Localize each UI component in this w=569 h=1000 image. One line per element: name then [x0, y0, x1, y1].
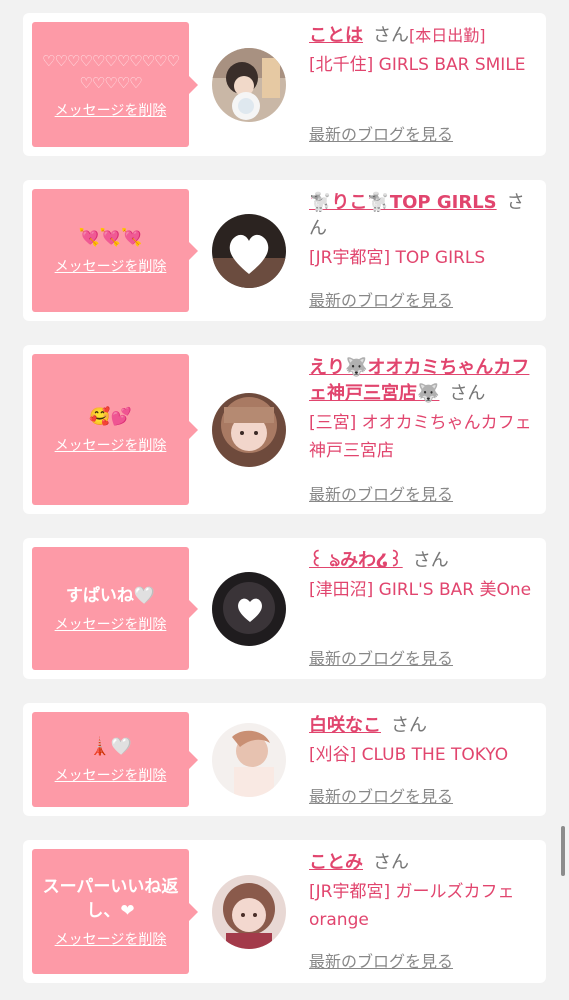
user-name-link[interactable]: えり🐺オオカミちゃんカフェ神戸三宮店🐺	[309, 357, 529, 404]
scrollbar[interactable]	[561, 826, 565, 876]
delete-message-link[interactable]: メッセージを削除	[55, 765, 167, 785]
shop-name: [刈谷] CLUB THE TOKYO	[309, 745, 509, 765]
honorific: さん	[391, 715, 427, 736]
message-text: スーパーいいね返し、❤︎	[42, 876, 179, 921]
status-tag: [本日出勤]	[409, 26, 486, 45]
message-text: ♡♡♡♡♡♡♡♡♡♡♡♡♡♡♡♡	[42, 51, 180, 92]
message-bubble: すぱいね🤍 メッセージを削除	[32, 547, 198, 670]
avatar-photo-6	[212, 875, 286, 949]
delete-message-link[interactable]: メッセージを削除	[55, 435, 167, 455]
user-name-link[interactable]: ことみ	[309, 852, 363, 873]
avatar-photo-3	[212, 393, 286, 467]
message-card: 🥰💕 メッセージを削除 えり🐺オオカミちゃんカフェ神戸三宮店🐺 さん [三宮] オ…	[23, 345, 546, 514]
favorites-list: ♡♡♡♡♡♡♡♡♡♡♡♡♡♡♡♡ メッセージを削除 ことは さん[本日出勤] [北…	[0, 0, 569, 1000]
message-bubble: ♡♡♡♡♡♡♡♡♡♡♡♡♡♡♡♡ メッセージを削除	[32, 22, 198, 147]
latest-blog-link[interactable]: 最新のブログを見る	[309, 645, 453, 669]
latest-blog-link[interactable]: 最新のブログを見る	[309, 783, 453, 807]
shop-name: [北千住] GIRLS BAR SMILE	[309, 55, 526, 75]
delete-message-link[interactable]: メッセージを削除	[55, 614, 167, 634]
user-name-link[interactable]: 🐩りこ🐩TOP GIRLS	[309, 192, 497, 213]
honorific: さん	[373, 25, 409, 46]
avatar-photo-5	[212, 723, 286, 797]
message-card: 💘💘💘 メッセージを削除 🐩りこ🐩TOP GIRLS さん [JR宇都宮] TOP…	[23, 180, 546, 321]
user-name-link[interactable]: ことは	[309, 25, 363, 46]
delete-message-link[interactable]: メッセージを削除	[55, 929, 167, 949]
message-card: ♡♡♡♡♡♡♡♡♡♡♡♡♡♡♡♡ メッセージを削除 ことは さん[本日出勤] [北…	[23, 13, 546, 156]
avatar[interactable]	[212, 214, 286, 288]
message-bubble: スーパーいいね返し、❤︎ メッセージを削除	[32, 849, 198, 974]
avatar-photo-1	[212, 48, 286, 122]
honorific: さん	[373, 852, 409, 873]
message-card: スーパーいいね返し、❤︎ メッセージを削除 ことみ さん [JR宇都宮] ガールズ…	[23, 840, 546, 983]
avatar-photo-4	[212, 572, 286, 646]
avatar[interactable]	[212, 48, 286, 122]
shop-name: [津田沼] GIRL'S BAR 美One	[309, 580, 532, 600]
message-bubble: 🥰💕 メッセージを削除	[32, 354, 198, 505]
message-text: すぱいね🤍	[65, 585, 156, 606]
latest-blog-link[interactable]: 最新のブログを見る	[309, 481, 453, 505]
delete-message-link[interactable]: メッセージを削除	[55, 100, 167, 120]
honorific: さん	[449, 383, 486, 404]
shop-name: [JR宇都宮] ガールズカフェ orange	[309, 882, 515, 930]
latest-blog-link[interactable]: 最新のブログを見る	[309, 948, 453, 972]
user-name-link[interactable]: 白咲なこ	[309, 715, 381, 736]
message-text: 🗼🤍	[89, 736, 132, 757]
message-bubble: 🗼🤍 メッセージを削除	[32, 712, 198, 807]
avatar[interactable]	[212, 723, 286, 797]
honorific: さん	[412, 550, 449, 571]
message-bubble: 💘💘💘 メッセージを削除	[32, 189, 198, 312]
message-card: 🗼🤍 メッセージを削除 白咲なこ さん [刈谷] CLUB THE TOKYO 最…	[23, 703, 546, 816]
message-card: すぱいね🤍 メッセージを削除 ꒰ ঌみわ໒꒱ さん [津田沼] GIRL'S BA…	[23, 538, 546, 679]
delete-message-link[interactable]: メッセージを削除	[55, 256, 167, 276]
avatar[interactable]	[212, 875, 286, 949]
message-text: 💘💘💘	[78, 227, 143, 248]
avatar-photo-2	[212, 214, 286, 288]
shop-name: [JR宇都宮] TOP GIRLS	[309, 248, 486, 268]
message-text: 🥰💕	[89, 406, 132, 427]
avatar[interactable]	[212, 572, 286, 646]
shop-name: [三宮] オオカミちゃんカフェ神戸三宮店	[309, 413, 532, 461]
latest-blog-link[interactable]: 最新のブログを見る	[309, 121, 453, 145]
latest-blog-link[interactable]: 最新のブログを見る	[309, 287, 453, 311]
user-name-link[interactable]: ꒰ ঌみわ໒꒱	[309, 550, 403, 571]
avatar[interactable]	[212, 393, 286, 467]
